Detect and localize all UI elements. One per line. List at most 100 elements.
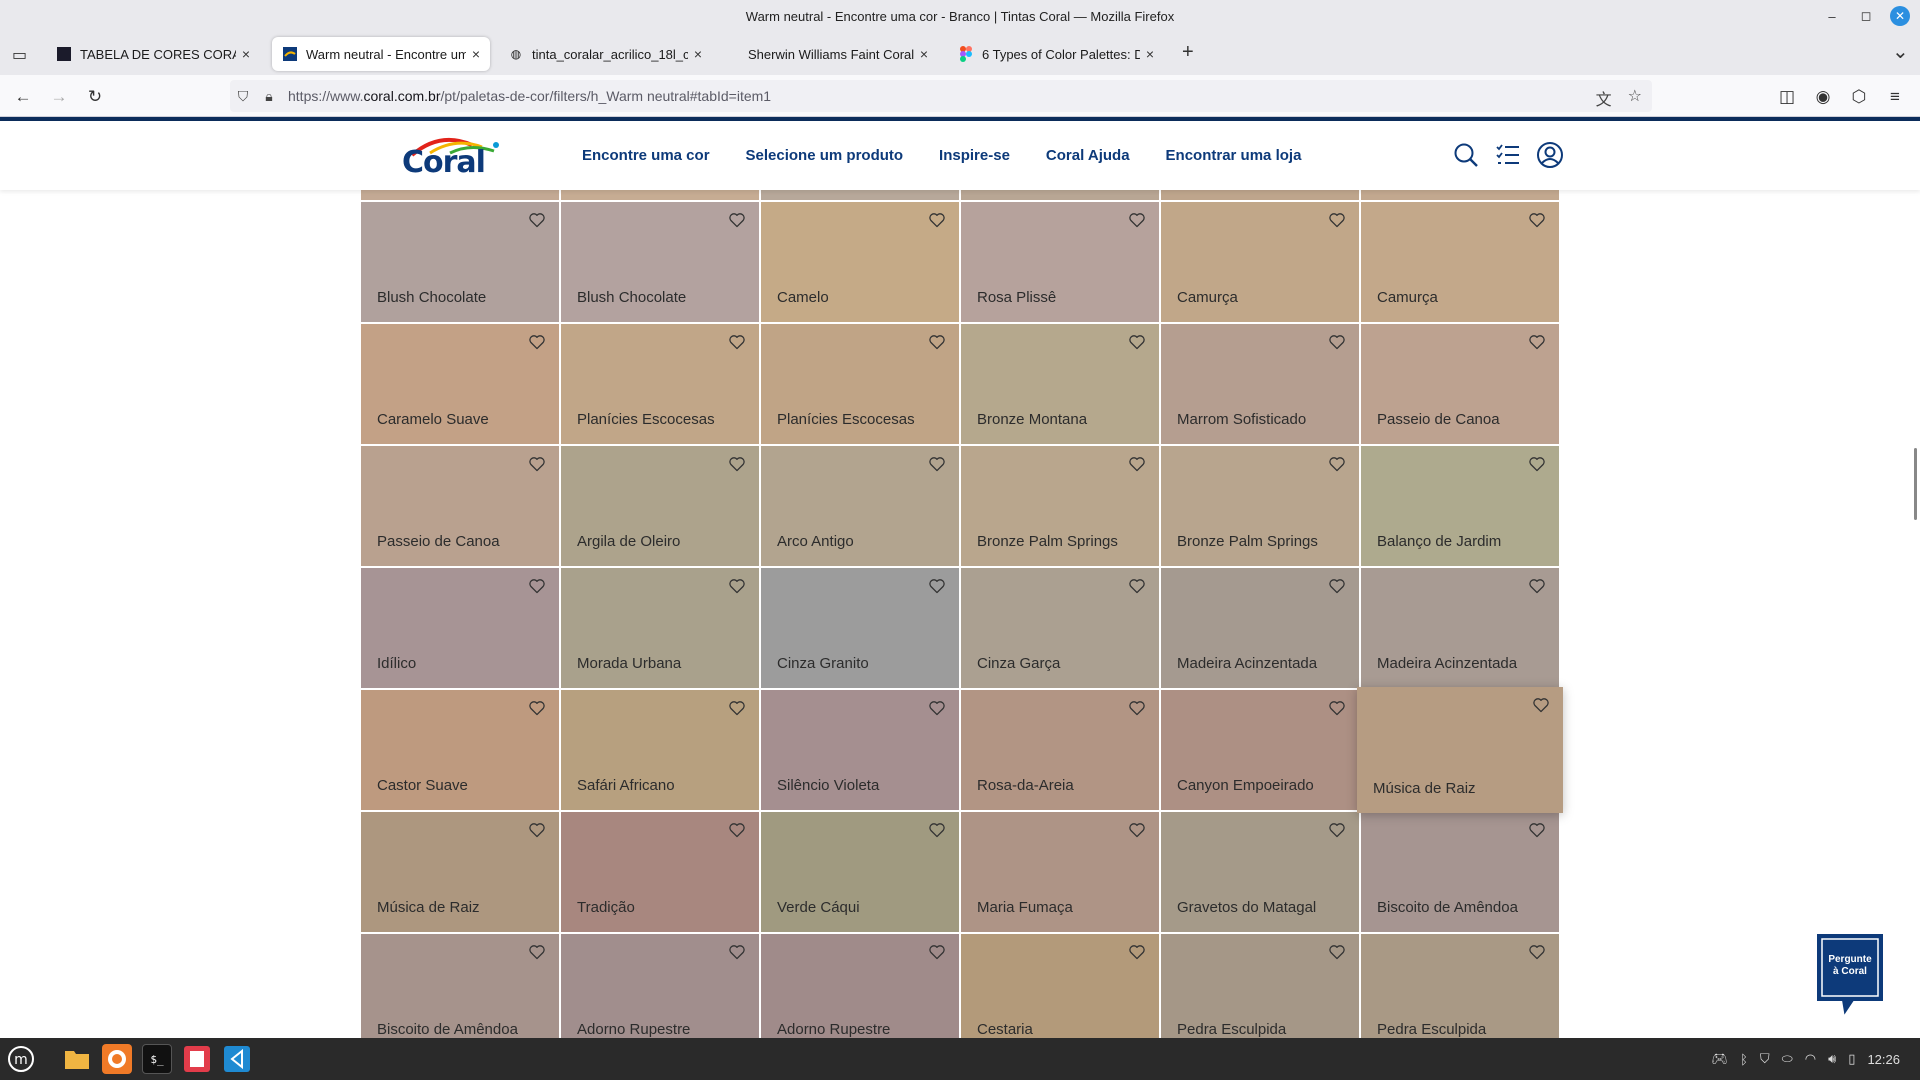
color-swatch[interactable]: Maria Fumaça — [961, 812, 1159, 932]
color-swatch[interactable]: Camurça — [1161, 202, 1359, 322]
swatch-partial[interactable] — [561, 190, 759, 200]
color-swatch[interactable]: Passeio de Canoa — [1361, 324, 1559, 444]
coral-logo[interactable]: Coral — [402, 135, 499, 185]
wifi-icon[interactable]: ◠ — [1805, 1051, 1816, 1067]
favorite-heart-icon[interactable] — [1528, 456, 1546, 474]
tab-sherwin-williams[interactable]: Sherwin Williams Faint Coral × — [738, 37, 938, 71]
favorite-heart-icon[interactable] — [928, 578, 946, 596]
color-swatch[interactable]: Madeira Acinzentada — [1361, 568, 1559, 688]
favorite-heart-icon[interactable] — [528, 456, 546, 474]
search-icon[interactable] — [1452, 141, 1480, 169]
color-swatch[interactable]: Biscoito de Amêndoa — [1361, 812, 1559, 932]
nav-encontre-uma-cor[interactable]: Encontre uma cor — [582, 147, 710, 164]
tab-tinta-coralar[interactable]: ◍ tinta_coralar_acrilico_18l_co × — [498, 37, 712, 71]
forward-arrow-icon[interactable]: → — [46, 84, 72, 110]
favorite-heart-icon[interactable] — [528, 334, 546, 352]
favorite-heart-icon[interactable] — [1328, 700, 1346, 718]
favorite-heart-icon[interactable] — [728, 944, 746, 962]
favorite-heart-icon[interactable] — [528, 578, 546, 596]
favorite-heart-icon[interactable] — [1528, 212, 1546, 230]
vpn-icon[interactable]: ⬭ — [1782, 1051, 1793, 1067]
favorite-heart-icon[interactable] — [1528, 944, 1546, 962]
tab-close-icon[interactable]: × — [242, 46, 250, 62]
color-swatch[interactable]: Tradição — [561, 812, 759, 932]
mint-menu-icon[interactable]: m — [6, 1044, 36, 1074]
color-swatch[interactable]: Verde Cáqui — [761, 812, 959, 932]
vscode-icon[interactable] — [222, 1044, 252, 1074]
tab-color-palettes[interactable]: 6 Types of Color Palettes: D × — [948, 37, 1164, 71]
pocket-icon[interactable]: ◫ — [1774, 84, 1800, 110]
color-swatch[interactable]: Biscoito de Amêndoa — [361, 934, 559, 1038]
favorite-heart-icon[interactable] — [1328, 578, 1346, 596]
favorite-heart-icon[interactable] — [928, 822, 946, 840]
extensions-icon[interactable]: ⬡ — [1846, 84, 1872, 110]
favorite-heart-icon[interactable] — [1128, 334, 1146, 352]
color-swatch[interactable]: Caramelo Suave — [361, 324, 559, 444]
shield-tray-icon[interactable]: ⛉ — [1760, 1051, 1770, 1067]
tab-close-icon[interactable]: × — [1146, 46, 1154, 62]
tab-close-icon[interactable]: × — [920, 46, 928, 62]
swatch-partial[interactable] — [361, 190, 559, 200]
color-swatch[interactable]: Pedra Esculpida — [1361, 934, 1559, 1038]
favorite-heart-icon[interactable] — [1528, 334, 1546, 352]
bluetooth-icon[interactable]: ᛒ — [1740, 1052, 1748, 1067]
color-swatch[interactable]: Planícies Escocesas — [561, 324, 759, 444]
back-arrow-icon[interactable]: ← — [10, 84, 36, 110]
color-swatch[interactable]: Bronze Montana — [961, 324, 1159, 444]
bookmark-star-icon[interactable]: ☆ — [1628, 86, 1642, 110]
nav-encontrar-loja[interactable]: Encontrar uma loja — [1166, 147, 1302, 164]
favorite-heart-icon[interactable] — [928, 334, 946, 352]
nav-inspire-se[interactable]: Inspire-se — [939, 147, 1010, 164]
color-swatch[interactable]: Pedra Esculpida — [1161, 934, 1359, 1038]
color-swatch[interactable]: Rosa-da-Areia — [961, 690, 1159, 810]
swatch-partial[interactable] — [761, 190, 959, 200]
new-tab-button[interactable]: + — [1182, 41, 1194, 64]
firefox-view-icon[interactable]: ▭ — [12, 45, 27, 65]
color-swatch[interactable]: Cinza Garça — [961, 568, 1159, 688]
color-swatch[interactable]: Blush Chocolate — [561, 202, 759, 322]
url-text[interactable]: https://www.coral.com.br/pt/paletas-de-c… — [288, 88, 771, 104]
favorite-heart-icon[interactable] — [728, 334, 746, 352]
color-swatch[interactable]: Arco Antigo — [761, 446, 959, 566]
favorite-heart-icon[interactable] — [528, 822, 546, 840]
favorite-heart-icon[interactable] — [1128, 944, 1146, 962]
color-swatch[interactable]: Madeira Acinzentada — [1161, 568, 1359, 688]
color-swatch[interactable]: Rosa Plissê — [961, 202, 1159, 322]
color-swatch[interactable]: Cinza Granito — [761, 568, 959, 688]
checklist-icon[interactable] — [1494, 141, 1522, 169]
color-swatch[interactable]: Bronze Palm Springs — [1161, 446, 1359, 566]
tab-warm-neutral[interactable]: Warm neutral - Encontre um × — [272, 37, 490, 71]
discord-icon[interactable]: 🎮︎ — [1712, 1051, 1729, 1067]
color-swatch[interactable]: Adorno Rupestre — [761, 934, 959, 1038]
favorite-heart-icon[interactable] — [1328, 822, 1346, 840]
color-swatch[interactable]: Bronze Palm Springs — [961, 446, 1159, 566]
favorite-heart-icon[interactable] — [728, 456, 746, 474]
color-swatch[interactable]: Blush Chocolate — [361, 202, 559, 322]
favorite-heart-icon[interactable] — [1528, 822, 1546, 840]
color-swatch[interactable]: Gravetos do Matagal — [1161, 812, 1359, 932]
color-swatch[interactable]: Camurça — [1361, 202, 1559, 322]
swatch-partial[interactable] — [961, 190, 1159, 200]
favorite-heart-icon[interactable] — [1128, 212, 1146, 230]
color-swatch[interactable]: Silêncio Violeta — [761, 690, 959, 810]
favorite-heart-icon[interactable] — [528, 700, 546, 718]
favorite-heart-icon[interactable] — [528, 212, 546, 230]
color-swatch[interactable]: Canyon Empoeirado — [1161, 690, 1359, 810]
favorite-heart-icon[interactable] — [1128, 822, 1146, 840]
color-swatch[interactable]: Música de Raiz — [1357, 687, 1563, 813]
favorite-heart-icon[interactable] — [1532, 697, 1550, 715]
nav-selecione-produto[interactable]: Selecione um produto — [746, 147, 904, 164]
terminal-icon[interactable]: $_ — [142, 1044, 172, 1074]
favorite-heart-icon[interactable] — [928, 212, 946, 230]
firefox-icon[interactable] — [102, 1044, 132, 1074]
clock[interactable]: 12:26 — [1867, 1052, 1900, 1067]
color-swatch[interactable]: Cestaria — [961, 934, 1159, 1038]
favorite-heart-icon[interactable] — [1328, 334, 1346, 352]
page-scrollbar[interactable] — [1914, 448, 1917, 520]
swatch-partial[interactable] — [1361, 190, 1559, 200]
user-account-icon[interactable] — [1536, 141, 1564, 169]
app-red-icon[interactable] — [182, 1044, 212, 1074]
tab-close-icon[interactable]: × — [472, 46, 480, 62]
color-swatch[interactable]: Passeio de Canoa — [361, 446, 559, 566]
color-swatch[interactable]: Castor Suave — [361, 690, 559, 810]
